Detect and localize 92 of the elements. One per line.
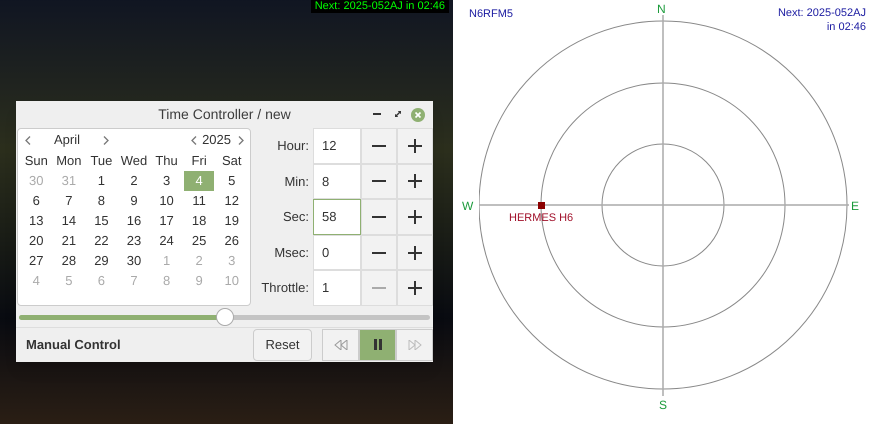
- calendar-day[interactable]: 15: [86, 211, 117, 231]
- reset-button[interactable]: Reset: [253, 328, 312, 360]
- decrement-button[interactable]: [361, 234, 397, 270]
- plus-icon: [408, 138, 422, 153]
- calendar-day[interactable]: 18: [184, 211, 214, 231]
- increment-button[interactable]: [397, 164, 433, 200]
- next-month-icon[interactable]: [103, 136, 109, 144]
- previous-year-icon[interactable]: [191, 136, 198, 144]
- number-field[interactable]: 8: [313, 164, 361, 200]
- field-label: Hour:: [276, 137, 310, 156]
- calendar-day[interactable]: 21: [54, 231, 84, 251]
- weekday-label: Thu: [154, 152, 179, 170]
- calendar-day[interactable]: 24: [151, 231, 182, 251]
- restore-icon[interactable]: [395, 111, 401, 117]
- map-overlay-text: Next: 2025-052AJ in 02:46: [310, 0, 449, 13]
- plus-icon: [408, 281, 422, 296]
- calendar-day[interactable]: 1: [86, 171, 117, 191]
- station-label: N6RFM5: [469, 7, 514, 22]
- year-label: 2025: [201, 131, 232, 150]
- minus-icon: [372, 287, 386, 290]
- previous-month-icon[interactable]: [25, 136, 31, 144]
- calendar-day[interactable]: 17: [151, 211, 182, 231]
- calendar-day[interactable]: 26: [216, 231, 247, 251]
- field-label: Throttle:: [260, 279, 310, 298]
- minus-icon: [372, 216, 386, 218]
- minus-icon: [372, 252, 386, 254]
- calendar-day[interactable]: 14: [54, 211, 84, 231]
- calendar-day[interactable]: 10: [151, 191, 182, 211]
- decrement-button[interactable]: [361, 164, 397, 200]
- compass-label: W: [462, 198, 474, 215]
- satellite-label: HERMES H6: [509, 211, 574, 226]
- calendar-day[interactable]: 5: [216, 171, 247, 191]
- plus-icon: [408, 174, 422, 188]
- calendar-day[interactable]: 25: [184, 231, 214, 251]
- calendar-day[interactable]: 6: [21, 191, 52, 211]
- calendar-day[interactable]: 27: [21, 251, 52, 271]
- number-field[interactable]: 12: [313, 128, 361, 164]
- field-label: Sec:: [282, 208, 310, 226]
- compass-label: S: [659, 397, 668, 414]
- mode-label: Manual Control: [26, 336, 121, 354]
- weekday-label: Sun: [24, 152, 49, 170]
- weekday-label: Wed: [120, 152, 148, 170]
- number-field[interactable]: 58: [313, 199, 361, 235]
- next-pass-time: in 02:46: [826, 20, 866, 34]
- pause-button[interactable]: [359, 328, 396, 360]
- slider[interactable]: [19, 308, 430, 326]
- calendar-day[interactable]: 30: [118, 251, 150, 271]
- increment-button[interactable]: [397, 270, 433, 306]
- calendar-day[interactable]: 12: [216, 191, 247, 211]
- calendar-day[interactable]: 28: [54, 251, 84, 271]
- increment-button[interactable]: [397, 234, 433, 270]
- calendar-day[interactable]: 16: [118, 211, 150, 231]
- decrement-button[interactable]: [361, 128, 397, 164]
- increment-button[interactable]: [397, 128, 433, 164]
- calendar-day[interactable]: 29: [86, 251, 117, 271]
- compass-label: E: [851, 198, 860, 215]
- satellite-marker-icon: [538, 202, 545, 209]
- weekday-label: Fri: [190, 152, 208, 170]
- slider-thumb[interactable]: [216, 308, 234, 326]
- month-label: April: [52, 131, 81, 150]
- field-label: Msec:: [273, 244, 310, 262]
- minus-icon: [372, 180, 386, 182]
- number-field[interactable]: 0: [313, 234, 361, 270]
- number-field[interactable]: 1: [313, 270, 361, 306]
- calendar-day[interactable]: 22: [86, 231, 117, 251]
- window-title: Time Controller / new: [158, 105, 291, 124]
- next-year-icon[interactable]: [238, 136, 244, 144]
- decrement-button[interactable]: [361, 199, 397, 235]
- calendar-day[interactable]: 9: [118, 191, 150, 211]
- calendar-day[interactable]: 20: [21, 231, 52, 251]
- weekday-label: Tue: [89, 152, 114, 170]
- field-label: Min:: [283, 172, 310, 191]
- calendar-day[interactable]: 23: [118, 231, 150, 251]
- weekday-label: Sat: [220, 152, 242, 170]
- rewind-icon: [334, 340, 348, 350]
- increment-button[interactable]: [397, 199, 433, 235]
- next-pass-label: Next: 2025-052AJ: [778, 6, 866, 20]
- calendar-day[interactable]: 3: [151, 171, 182, 191]
- plus-icon: [408, 246, 422, 260]
- calendar-day[interactable]: 19: [216, 211, 247, 231]
- minus-icon: [372, 144, 386, 147]
- pause-icon: [374, 339, 382, 350]
- plus-icon: [408, 210, 422, 224]
- calendar-day[interactable]: 13: [21, 211, 52, 231]
- fast-forward-icon: [408, 340, 422, 350]
- compass-label: N: [657, 1, 666, 18]
- calendar-day[interactable]: 2: [118, 171, 150, 191]
- calendar-day[interactable]: 11: [184, 191, 214, 211]
- calendar-day[interactable]: 8: [86, 191, 117, 211]
- weekday-label: Mon: [55, 152, 82, 170]
- calendar-day[interactable]: 7: [54, 191, 84, 211]
- minimize-icon[interactable]: [373, 113, 381, 116]
